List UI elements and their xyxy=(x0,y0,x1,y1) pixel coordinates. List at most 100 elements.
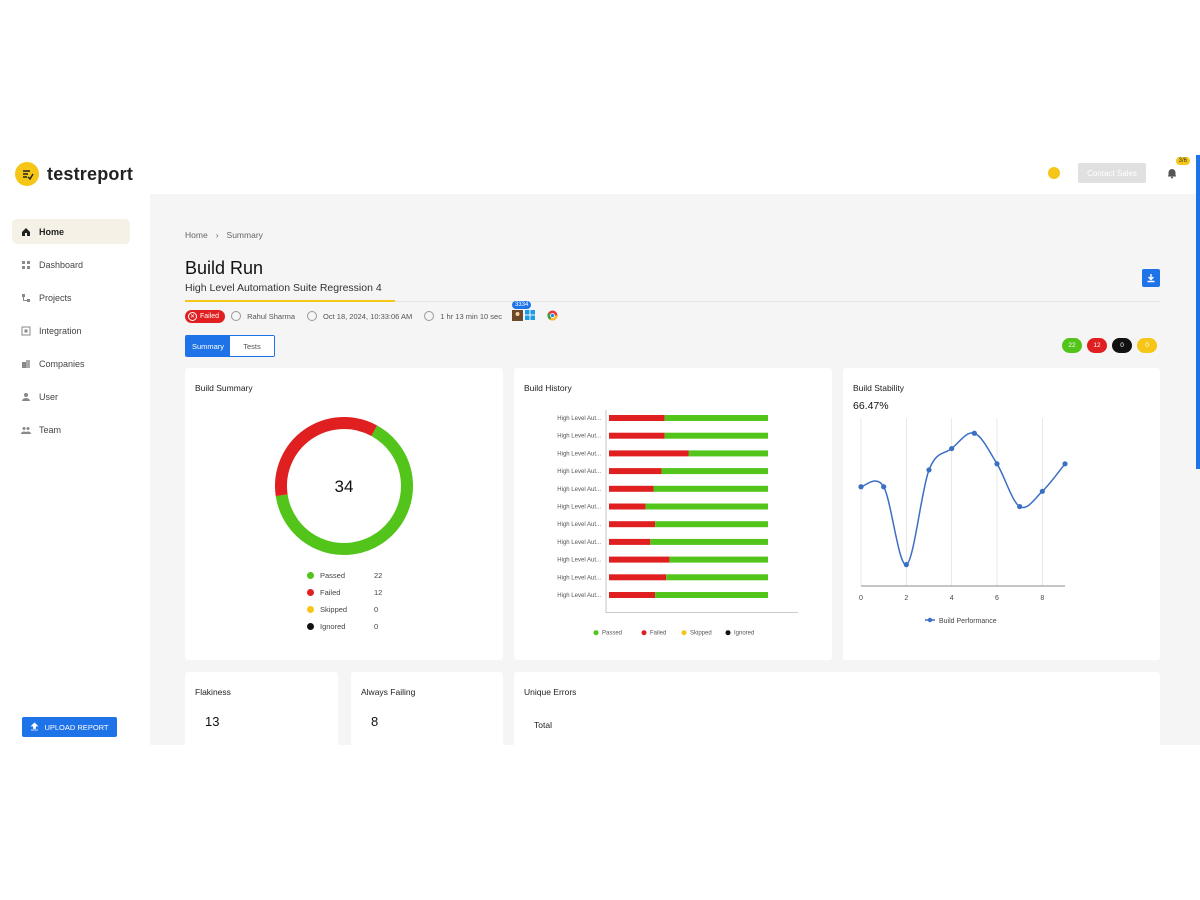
history-category-label: High Level Aut... xyxy=(557,505,601,511)
history-bar-passed xyxy=(645,503,768,510)
stability-x-tick-label: 0 xyxy=(859,595,863,602)
card-title: Build Stability xyxy=(853,383,905,393)
sidebar-item-projects[interactable]: Projects xyxy=(12,285,130,310)
clock-icon xyxy=(424,311,435,321)
top-right-actions: Contact Sales 3/6 xyxy=(1048,157,1190,183)
build-summary-card: Build Summary 34 Passed 22 Failed 12 Skipped… xyxy=(185,368,503,660)
history-bar-failed xyxy=(609,415,665,421)
logo[interactable]: testreport xyxy=(15,162,133,186)
breadcrumb-home[interactable]: Home xyxy=(185,230,208,240)
history-bar-failed xyxy=(609,574,667,581)
app-window: testreport Contact Sales 3/6 Home Dashbo… xyxy=(0,155,1200,745)
legend-dot xyxy=(307,623,314,630)
passed-count-pill[interactable]: 22 xyxy=(1062,338,1082,353)
build-history-card: Build History High Level Aut... High Leve… xyxy=(514,368,832,660)
history-category-label: High Level Aut... xyxy=(557,540,601,546)
flakiness-card: Flakiness 13 xyxy=(185,672,338,745)
legend-label: Ignored xyxy=(320,622,346,631)
stability-point xyxy=(903,562,909,568)
build-summary-donut: 34 xyxy=(275,417,413,555)
history-bar-passed xyxy=(653,485,768,492)
failed-count-pill[interactable]: 12 xyxy=(1087,338,1107,353)
history-bar-failed xyxy=(609,521,656,528)
stability-x-tick-label: 2 xyxy=(904,595,908,602)
unique-errors-card: Unique Errors Total xyxy=(514,672,1160,745)
build-user: Rahul Sharma xyxy=(247,311,296,321)
stability-legend-label: Build Performance xyxy=(939,618,997,625)
card-title: Always Failing xyxy=(361,687,416,697)
history-category-label: High Level Aut... xyxy=(557,487,601,493)
stability-point xyxy=(971,430,977,436)
top-bar: testreport Contact Sales 3/6 xyxy=(0,155,1200,194)
companies-icon xyxy=(21,359,31,369)
user-avatar-icon[interactable] xyxy=(1048,167,1060,179)
stability-point xyxy=(1017,503,1023,510)
chrome-icon xyxy=(547,310,558,323)
legend-value: 0 xyxy=(374,622,379,631)
history-bar-failed xyxy=(609,468,662,475)
build-stability-card: Build Stability 66.47% 0 2 4 6 8 Build Perfor… xyxy=(843,368,1160,660)
sidebar-item-dashboard[interactable]: Dashboard xyxy=(12,252,130,277)
always-failing-card: Always Failing 8 xyxy=(351,672,503,745)
history-bar-failed xyxy=(609,592,656,598)
history-legend-label-skipped: Skipped xyxy=(690,631,712,637)
stability-point xyxy=(926,467,932,473)
donut-slice-failed xyxy=(275,417,378,497)
stability-line xyxy=(860,432,1066,566)
logo-text: testreport xyxy=(47,163,134,184)
user-circle-icon xyxy=(231,311,242,321)
legend-value: 0 xyxy=(374,605,379,614)
history-category-label: High Level Aut... xyxy=(557,522,601,528)
history-bar-passed xyxy=(664,432,768,439)
notification-badge: 3/6 xyxy=(1175,157,1190,165)
team-icon xyxy=(21,425,31,435)
os-badge: 3334 xyxy=(511,300,532,309)
upload-report-button[interactable]: UPLOAD REPORT xyxy=(22,717,117,737)
legend-label: Skipped xyxy=(320,605,348,614)
download-button[interactable] xyxy=(1142,269,1160,287)
history-legend-label-ignored: Ignored xyxy=(734,631,754,637)
tab-summary[interactable]: Summary xyxy=(186,336,230,356)
failed-icon: ✕ xyxy=(188,311,197,321)
history-category-label: High Level Aut... xyxy=(557,575,601,581)
contact-sales-button[interactable]: Contact Sales xyxy=(1078,163,1146,183)
history-bar-failed xyxy=(609,538,651,545)
history-bar-failed xyxy=(609,556,670,563)
donut-center-total: 34 xyxy=(335,477,354,496)
skipped-count-pill[interactable]: 0 xyxy=(1137,338,1157,353)
history-bar-passed xyxy=(650,538,768,545)
page-scrollbar[interactable] xyxy=(1196,155,1200,469)
legend-dot xyxy=(307,606,314,613)
upload-report-label: UPLOAD REPORT xyxy=(44,722,109,732)
build-history-chart: High Level Aut... High Level Aut... High L… xyxy=(557,410,798,637)
sidebar-item-team[interactable]: Team xyxy=(12,417,130,442)
history-bar-passed xyxy=(688,450,768,457)
history-bar-passed xyxy=(664,415,768,421)
notification-bell-icon[interactable]: 3/6 xyxy=(1166,157,1190,180)
legend-dot xyxy=(307,572,314,579)
history-bar-failed xyxy=(609,503,646,510)
legend-label: Failed xyxy=(320,588,341,597)
legend-item-passed: Passed 22 xyxy=(307,571,382,580)
ignored-count-pill[interactable]: 0 xyxy=(1112,338,1132,353)
environment-icons: 3334 xyxy=(511,300,535,323)
sidebar: Home Dashboard Projects Integration Comp… xyxy=(0,194,150,745)
windows-icon xyxy=(524,309,535,323)
sidebar-item-companies[interactable]: Companies xyxy=(12,351,130,376)
legend-value: 22 xyxy=(374,571,383,580)
upload-icon xyxy=(30,721,39,733)
sidebar-item-label: Companies xyxy=(39,358,85,369)
integration-icon xyxy=(21,326,31,336)
logo-icon xyxy=(15,162,39,186)
build-stability-chart: 0 2 4 6 8 Build Performance xyxy=(858,418,1068,625)
card-title: Unique Errors xyxy=(524,687,577,697)
build-duration: 1 hr 13 min 10 sec xyxy=(440,311,502,321)
tab-tests[interactable]: Tests xyxy=(230,336,274,356)
always-failing-value: 8 xyxy=(371,714,379,729)
sidebar-item-user[interactable]: User xyxy=(12,384,130,409)
legend-item-ignored: Ignored 0 xyxy=(307,622,378,631)
sidebar-item-integration[interactable]: Integration xyxy=(12,318,130,343)
page-subtitle: High Level Automation Suite Regression 4 xyxy=(185,282,382,294)
sidebar-item-home[interactable]: Home xyxy=(12,219,130,244)
title-underline xyxy=(185,300,395,302)
